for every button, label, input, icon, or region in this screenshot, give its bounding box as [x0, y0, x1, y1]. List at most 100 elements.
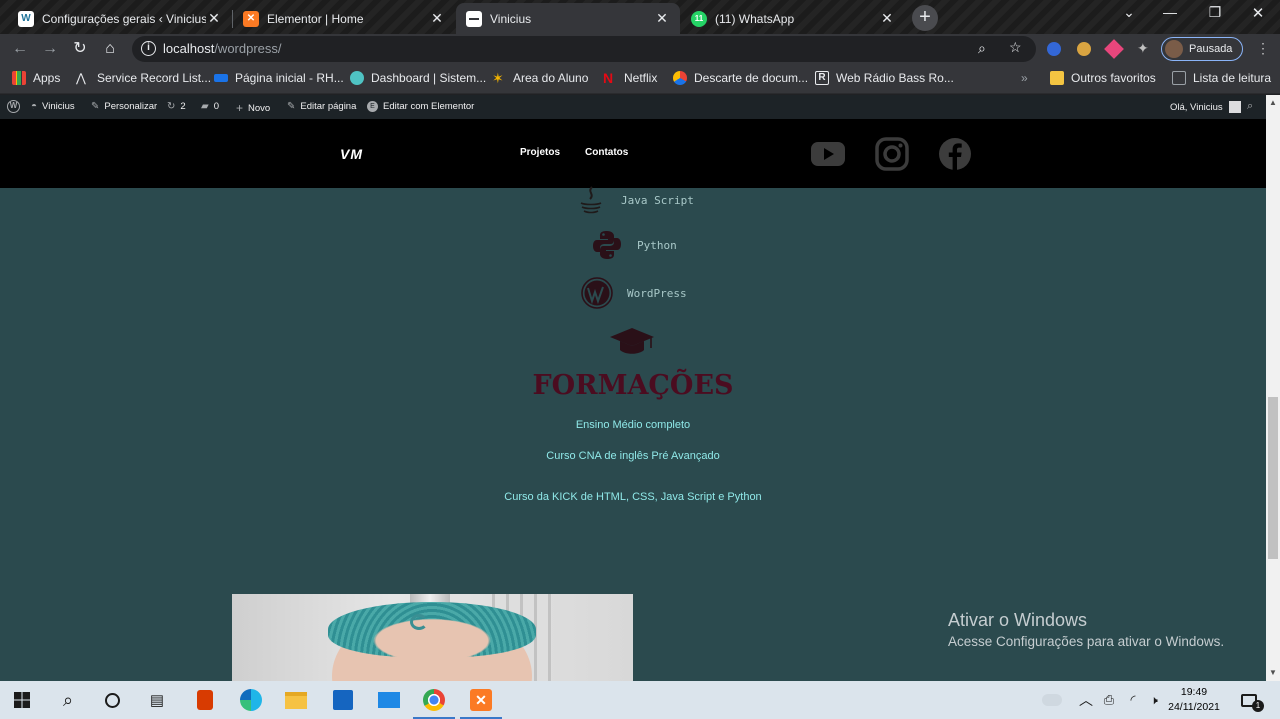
tab-vinicius[interactable]: Vinicius ✕ [456, 3, 680, 34]
search-icon[interactable]: ⌕ [55, 687, 81, 713]
avatar [1228, 101, 1241, 113]
radio-icon: R [815, 71, 829, 85]
bookmark-label: Service Record List... [97, 71, 212, 85]
skill-label: WordPress [627, 286, 687, 300]
new-tab-button[interactable]: + [912, 5, 938, 31]
bookmarks-overflow[interactable]: » [1021, 71, 1028, 85]
bookmark-service-record[interactable]: ⋀ Service Record List... [76, 71, 211, 85]
site-logo[interactable]: VM [340, 146, 363, 162]
apps-grid-icon [12, 71, 26, 85]
dashboard-icon: ◓ [31, 101, 38, 112]
bookmark-netflix[interactable]: N Netflix [603, 71, 657, 85]
scroll-thumb[interactable] [1268, 397, 1278, 559]
site-page: VM Projetos Contatos Java Script Python … [0, 119, 1266, 681]
extension-blue-icon[interactable] [1047, 42, 1061, 56]
netflix-icon: N [603, 70, 614, 86]
tab-whatsapp[interactable]: 11 (11) WhatsApp ✕ [681, 3, 905, 34]
bookmark-web-radio[interactable]: R Web Rádio Bass Ro... [815, 71, 954, 85]
back-icon[interactable]: ← [10, 39, 30, 59]
menu-projetos[interactable]: Projetos [520, 147, 560, 158]
window-close-icon[interactable]: ✕ [1243, 4, 1273, 22]
extension-face-icon[interactable] [1077, 42, 1091, 56]
admin-site-link[interactable]: ◓ Vinicius [31, 101, 75, 112]
zoom-icon[interactable]: ⌕ [978, 40, 986, 57]
reading-list[interactable]: Lista de leitura [1172, 71, 1271, 85]
site-header: VM Projetos Contatos [0, 119, 1266, 188]
extension-pink-icon[interactable] [1104, 39, 1124, 59]
youtube-icon[interactable] [810, 136, 846, 172]
mail-icon[interactable] [376, 687, 402, 713]
office-icon[interactable] [192, 687, 218, 713]
xampp-taskbar-icon[interactable]: ✕ [460, 687, 502, 719]
notification-center-icon[interactable]: 1 [1236, 687, 1264, 713]
profile-button[interactable]: Pausada [1161, 37, 1243, 61]
menu-contatos[interactable]: Contatos [585, 147, 628, 158]
extensions-puzzle-icon[interactable]: ✦ [1137, 40, 1149, 57]
bookmark-descarte[interactable]: Descarte de docum... [673, 71, 808, 85]
system-clock[interactable]: 19:49 24/11/2021 [1164, 685, 1224, 715]
bookmark-apps[interactable]: Apps [12, 71, 60, 85]
address-bar[interactable]: i localhost/wordpress/ ⌕ ☆ [132, 36, 1036, 62]
weather-icon[interactable] [1039, 687, 1065, 713]
scroll-down-icon[interactable]: ▼ [1268, 668, 1278, 677]
facebook-icon[interactable] [937, 136, 973, 172]
admin-new-link[interactable]: + Novo [236, 101, 270, 115]
education-item: Ensino Médio completo [575, 419, 691, 431]
chrome-taskbar-icon[interactable] [413, 687, 455, 719]
close-icon[interactable]: ✕ [654, 10, 670, 27]
admin-search-icon[interactable]: ⌕ [1247, 100, 1253, 113]
instagram-icon[interactable] [874, 136, 910, 172]
admin-edit-elementor-link[interactable]: E Editar com Elementor [367, 101, 474, 112]
admin-updates-link[interactable]: ↻ 2 [167, 101, 186, 112]
forward-icon[interactable]: → [40, 39, 60, 59]
bookmark-label: Página inicial - RH... [235, 71, 344, 85]
task-view-icon[interactable]: ▤ [144, 687, 170, 713]
windows-start-icon[interactable] [9, 687, 35, 713]
close-icon[interactable]: ✕ [206, 10, 222, 27]
reload-icon[interactable]: ↻ [70, 39, 90, 59]
brush-icon: ✎ [91, 101, 100, 112]
admin-new-label: Novo [248, 102, 271, 114]
watermark-title: Ativar o Windows [948, 610, 1088, 630]
site-info-icon[interactable]: i [141, 41, 156, 56]
skill-python: Python [592, 230, 677, 260]
bookmark-star-icon[interactable]: ☆ [1009, 39, 1022, 56]
profile-status: Pausada [1189, 43, 1233, 55]
page-scrollbar[interactable]: ▲ ▼ [1266, 95, 1280, 681]
tab-title: (11) WhatsApp [715, 11, 795, 26]
bookmark-rh[interactable]: Página inicial - RH... [214, 71, 344, 85]
scroll-up-icon[interactable]: ▲ [1268, 98, 1278, 107]
admin-comments-link[interactable]: ▰ 0 [201, 101, 219, 112]
notification-badge: 1 [1252, 700, 1264, 712]
tab-configuracoes[interactable]: W Configurações gerais ‹ Vinicius — ✕ [8, 3, 232, 34]
bookmark-other-favorites[interactable]: Outros favoritos [1050, 71, 1156, 85]
reading-list-icon [1172, 71, 1186, 85]
admin-edit-page-link[interactable]: ✎ Editar página [287, 101, 356, 112]
bookmark-area-aluno[interactable]: ✶ Area do Aluno [492, 71, 588, 85]
file-explorer-icon[interactable] [283, 687, 309, 713]
cortana-icon[interactable] [99, 687, 125, 713]
admin-customize-link[interactable]: ✎ Personalizar [91, 101, 157, 112]
edge-icon[interactable] [238, 687, 264, 713]
windows-activation-watermark: Ativar o Windows Acesse Configurações pa… [948, 610, 1224, 649]
restore-icon[interactable]: ❐ [1200, 4, 1230, 21]
close-icon[interactable]: ✕ [429, 10, 445, 27]
admin-account-link[interactable]: Olá, Vinicius [1170, 101, 1241, 113]
profile-photo [232, 594, 633, 681]
close-icon[interactable]: ✕ [879, 10, 895, 27]
bookmark-dashboard[interactable]: Dashboard | Sistem... [350, 71, 486, 85]
store-icon[interactable] [330, 687, 356, 713]
bookmark-label: Descarte de docum... [694, 71, 809, 85]
cloud-icon [350, 71, 364, 85]
tab-search-icon[interactable]: ⌄ [1114, 4, 1144, 21]
bookmark-label: Outros favoritos [1071, 71, 1156, 85]
meet-now-icon[interactable]: ⎙ [1096, 687, 1122, 713]
plus-icon: + [236, 101, 244, 115]
home-icon[interactable]: ⌂ [100, 39, 120, 59]
menu-kebab-icon[interactable]: ⋮ [1256, 40, 1270, 57]
tab-elementor[interactable]: ✕ Elementor | Home ✕ [233, 3, 455, 34]
url-path: /wordpress/ [214, 41, 282, 56]
wp-logo-icon[interactable]: W [7, 100, 20, 113]
minimize-icon[interactable]: — [1155, 4, 1185, 20]
browser-tab-strip: W Configurações gerais ‹ Vinicius — ✕ ✕ … [0, 0, 1280, 34]
